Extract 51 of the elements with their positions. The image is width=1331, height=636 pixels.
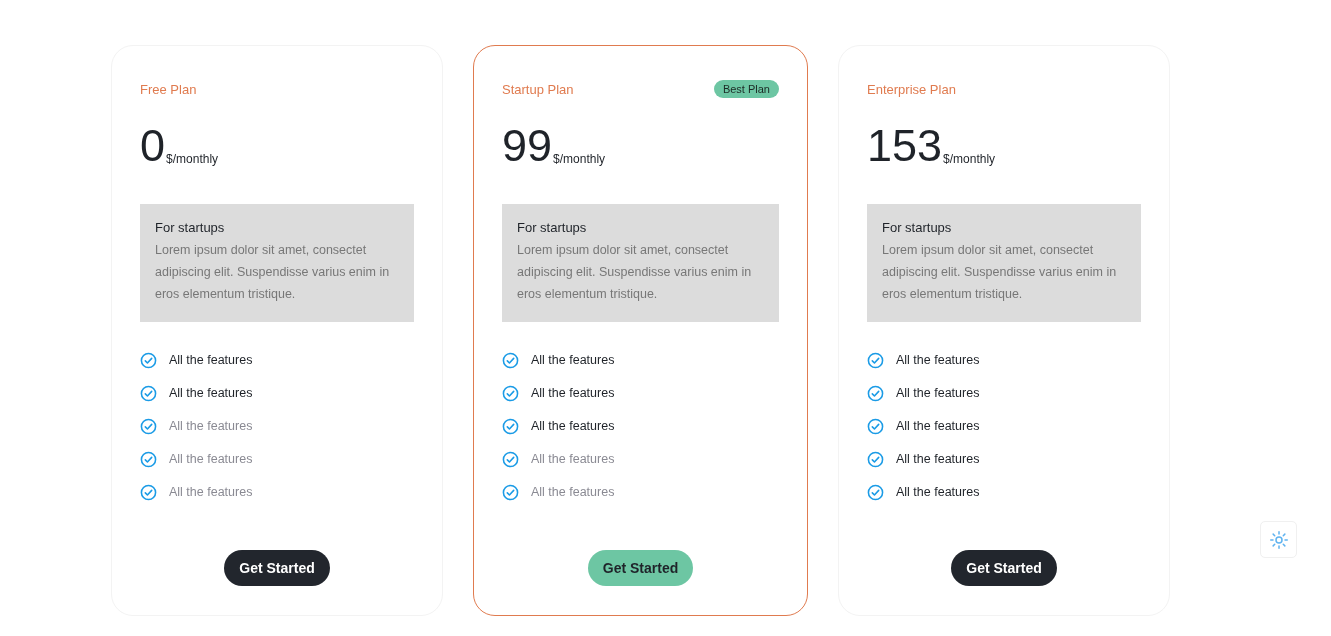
- check-circle-icon: [502, 483, 519, 501]
- check-circle-icon: [140, 483, 157, 501]
- feature-label: All the features: [896, 419, 980, 433]
- check-circle-icon: [140, 351, 157, 369]
- check-circle-icon: [867, 351, 884, 369]
- plan-name: Startup Plan: [502, 81, 574, 97]
- price: 0: [140, 123, 166, 168]
- check-circle-icon: [867, 417, 884, 435]
- description-text: Lorem ipsum dolor sit amet, consectet adipiscing elit. Suspendisse varius enim in eros elementum tristique.: [155, 242, 391, 303]
- feature-label: All the features: [531, 353, 615, 367]
- plan-name: Free Plan: [140, 81, 197, 97]
- feature-label: All the features: [896, 452, 980, 466]
- get-started-button[interactable]: Get Started: [224, 550, 330, 586]
- feature-label: All the features: [896, 386, 980, 400]
- sun-icon: [1269, 530, 1288, 549]
- check-circle-icon: [140, 417, 157, 435]
- price: 153: [867, 123, 943, 168]
- feature-label: All the features: [169, 386, 253, 400]
- theme-toggle-button[interactable]: [1260, 521, 1297, 558]
- check-circle-icon: [502, 351, 519, 369]
- check-circle-icon: [867, 384, 884, 402]
- feature-label: All the features: [169, 485, 253, 499]
- plan-name: Enterprise Plan: [867, 81, 956, 97]
- feature-label: All the features: [169, 419, 253, 433]
- description-text: Lorem ipsum dolor sit amet, consectet adipiscing elit. Suspendisse varius enim in eros elementum tristique.: [882, 242, 1118, 303]
- price-period: $/monthly: [943, 152, 996, 166]
- feature-label: All the features: [169, 353, 253, 367]
- description-title: For startups: [882, 220, 953, 235]
- feature-label: All the features: [896, 485, 980, 499]
- check-circle-icon: [502, 384, 519, 402]
- feature-label: All the features: [531, 386, 615, 400]
- check-circle-icon: [867, 483, 884, 501]
- check-circle-icon: [502, 417, 519, 435]
- price-period: $/monthly: [166, 152, 219, 166]
- check-circle-icon: [867, 450, 884, 468]
- feature-label: All the features: [531, 485, 615, 499]
- feature-label: All the features: [531, 419, 615, 433]
- get-started-button[interactable]: Get Started: [587, 550, 694, 586]
- price: 99: [502, 123, 553, 168]
- feature-label: All the features: [896, 353, 980, 367]
- feature-label: All the features: [531, 452, 615, 466]
- check-circle-icon: [140, 384, 157, 402]
- price-period: $/monthly: [553, 152, 606, 166]
- description-title: For startups: [517, 220, 588, 235]
- description-title: For startups: [155, 220, 226, 235]
- best-plan-badge: Best Plan: [713, 80, 779, 98]
- check-circle-icon: [502, 450, 519, 468]
- get-started-button[interactable]: Get Started: [951, 550, 1057, 586]
- description-text: Lorem ipsum dolor sit amet, consectet adipiscing elit. Suspendisse varius enim in eros elementum tristique.: [517, 242, 753, 303]
- check-circle-icon: [140, 450, 157, 468]
- feature-label: All the features: [169, 452, 253, 466]
